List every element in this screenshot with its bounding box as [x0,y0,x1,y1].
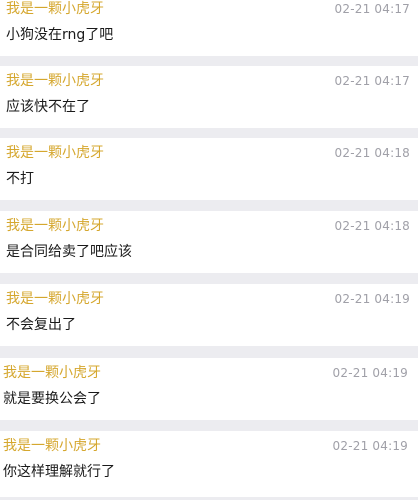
comment-username[interactable]: 我是一颗小虎牙 [6,145,104,161]
comment-timestamp: 02-21 04:18 [334,146,410,160]
comment-item[interactable]: 我是一颗小虎牙 02-21 04:17 应该快不在了 [0,66,418,128]
comment-item[interactable]: 我是一颗小虎牙 02-21 04:18 是合同给卖了吧应该 [0,211,418,273]
comment-timestamp: 02-21 04:17 [334,2,410,16]
comment-timestamp: 02-21 04:18 [334,219,410,233]
comment-username[interactable]: 我是一颗小虎牙 [3,438,101,454]
comment-text: 就是要换公会了 [3,391,101,407]
comment-timestamp: 02-21 04:19 [332,366,408,380]
comment-username[interactable]: 我是一颗小虎牙 [3,365,101,381]
comment-item[interactable]: 我是一颗小虎牙 02-21 04:18 不打 [0,138,418,200]
comment-timestamp: 02-21 04:19 [334,292,410,306]
comment-text: 是合同给卖了吧应该 [6,244,132,260]
comment-timestamp: 02-21 04:17 [334,74,410,88]
comment-timestamp: 02-21 04:19 [332,439,408,453]
comment-text: 不会复出了 [6,317,76,333]
comment-item[interactable]: 我是一颗小虎牙 02-21 04:19 就是要换公会了 [0,358,418,420]
comment-username[interactable]: 我是一颗小虎牙 [6,291,104,307]
comment-username[interactable]: 我是一颗小虎牙 [6,218,104,234]
comment-item[interactable]: 我是一颗小虎牙 02-21 04:19 你这样理解就行了 [0,431,418,497]
comment-text: 应该快不在了 [6,99,90,115]
comment-text: 小狗没在rng了吧 [6,27,114,43]
comment-username[interactable]: 我是一颗小虎牙 [6,1,104,17]
comment-text: 你这样理解就行了 [3,464,115,480]
comment-username[interactable]: 我是一颗小虎牙 [6,73,104,89]
comment-item[interactable]: 我是一颗小虎牙 02-21 04:17 小狗没在rng了吧 [0,0,418,56]
comment-text: 不打 [6,171,34,187]
comment-item[interactable]: 我是一颗小虎牙 02-21 04:19 不会复出了 [0,284,418,346]
comment-feed: 我是一颗小虎牙 02-21 04:17 小狗没在rng了吧 我是一颗小虎牙 02… [0,0,418,500]
